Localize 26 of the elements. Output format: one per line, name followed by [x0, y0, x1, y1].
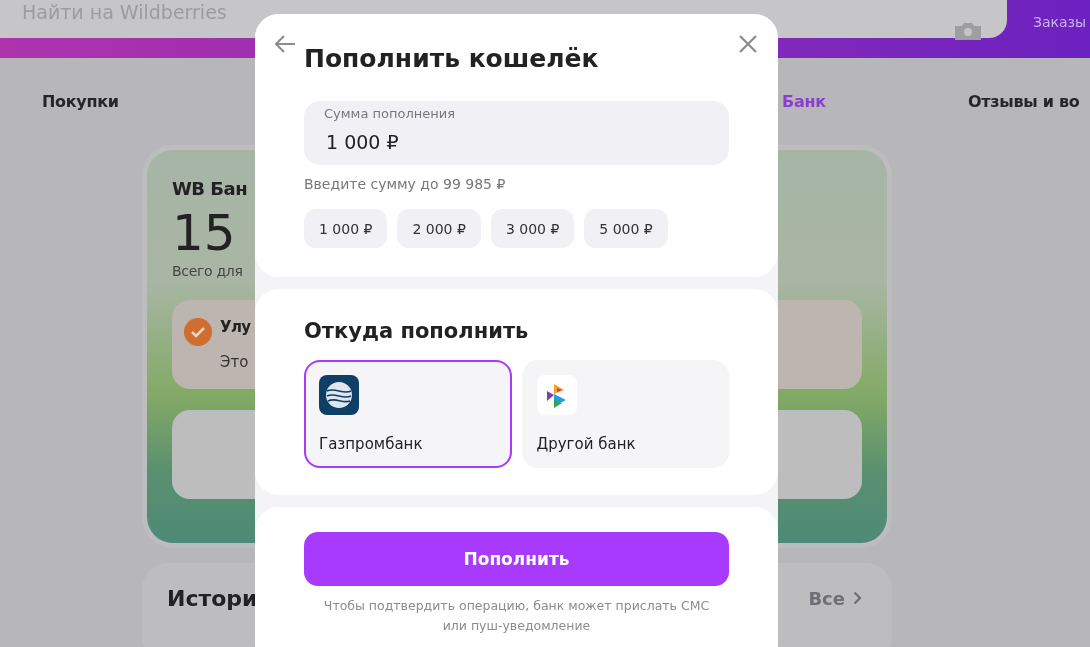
balance-caption: Всего для — [172, 263, 243, 279]
card-title: WB Бан — [172, 178, 248, 199]
nav-tab[interactable]: Покупки — [42, 92, 119, 116]
section-title: Откуда пополнить — [304, 319, 530, 343]
bank-option[interactable]: Газпромбанк — [304, 360, 512, 468]
top-up-button[interactable]: Пополнить — [304, 532, 729, 586]
close-icon[interactable] — [738, 34, 758, 54]
orders-link[interactable]: Заказы — [1033, 14, 1087, 30]
amount-hint: Введите сумму до 99 985 ₽ — [304, 176, 507, 192]
balance-amount: 15 — [172, 203, 236, 263]
notice-title: Улу — [220, 318, 251, 338]
dialog-title: Пополнить кошелёк — [304, 44, 600, 73]
amount-preset-chip[interactable]: 3 000 ₽ — [490, 209, 575, 248]
notice-text: Это — [220, 352, 250, 371]
chevron-icon — [853, 591, 862, 605]
amount-preset-chip[interactable]: 1 000 ₽ — [304, 209, 388, 248]
section-title: Истори — [167, 585, 258, 611]
payment-system-icon — [536, 375, 577, 415]
bank-option[interactable]: Другой банк — [521, 360, 729, 468]
back-arrow-icon[interactable] — [273, 34, 297, 54]
amount-preset-chip[interactable]: 5 000 ₽ — [584, 209, 668, 248]
bank-logo-icon — [319, 375, 359, 415]
sms-note: Чтобы подтвердить операцию, банк может прислать СМС или пуш-уведомление — [322, 597, 711, 635]
amount-preset-chip[interactable]: 2 000 ₽ — [397, 209, 481, 248]
nav-tab[interactable]: Отзывы и во — [968, 92, 1080, 116]
field-label: Сумма пополнения — [324, 106, 455, 121]
